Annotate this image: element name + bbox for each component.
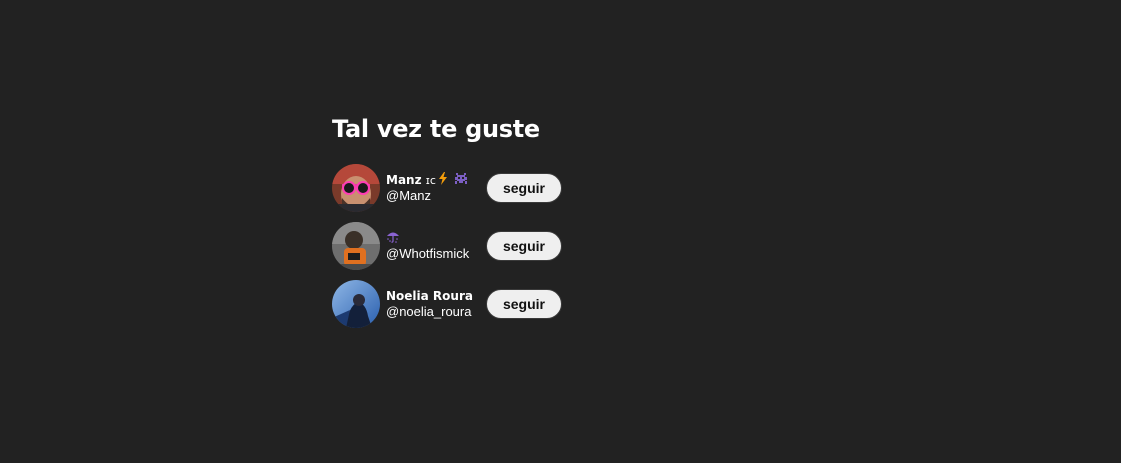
suggestion-list: Manz ɪᴄ @Manz seguir @Whotfismick seguir… <box>332 163 572 329</box>
user-info: Manz ɪᴄ @Manz <box>386 172 486 204</box>
ic-ideograph-icon: ɪᴄ <box>425 173 436 187</box>
user-name[interactable] <box>386 230 486 246</box>
user-info: @Whotfismick <box>386 230 486 262</box>
avatar[interactable] <box>332 164 380 212</box>
list-item: Noelia Roura @noelia_roura seguir <box>332 279 572 329</box>
follow-button[interactable]: seguir <box>486 289 562 319</box>
panel-title: Tal vez te guste <box>332 115 540 143</box>
lightning-icon <box>438 172 448 189</box>
user-handle[interactable]: @noelia_roura <box>386 304 486 320</box>
follow-button[interactable]: seguir <box>486 231 562 261</box>
list-item: Manz ɪᴄ @Manz seguir <box>332 163 572 213</box>
user-name-text: Manz <box>386 173 426 187</box>
user-handle[interactable]: @Whotfismick <box>386 246 486 262</box>
suggestions-panel: Tal vez te guste Manz ɪᴄ @Manz seguir @W… <box>332 113 572 337</box>
avatar[interactable] <box>332 222 380 270</box>
user-name-text: Noelia Roura <box>386 289 473 303</box>
list-item: @Whotfismick seguir <box>332 221 572 271</box>
user-info: Noelia Roura @noelia_roura <box>386 288 486 320</box>
user-handle[interactable]: @Manz <box>386 188 486 204</box>
user-name[interactable]: Noelia Roura <box>386 288 486 304</box>
follow-button[interactable]: seguir <box>486 173 562 203</box>
avatar[interactable] <box>332 280 380 328</box>
alien-monster-icon <box>454 172 468 189</box>
user-name[interactable]: Manz ɪᴄ <box>386 172 486 188</box>
umbrella-rain-icon <box>386 230 400 247</box>
